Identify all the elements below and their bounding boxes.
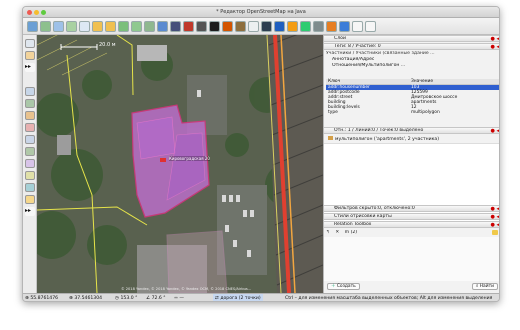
photo-icon[interactable] (196, 20, 207, 32)
building-tool-icon[interactable] (235, 20, 246, 32)
map-style-icon[interactable] (25, 195, 35, 204)
right-panel: Слои ● ◂ Теги: 8 / Участие: 0 ● ◂ Участн… (323, 35, 499, 293)
distance: ⇿ — (174, 296, 184, 301)
black-layer-icon[interactable] (209, 20, 220, 32)
tags-panel-header[interactable]: Теги: 8 / Участие: 0 ● ◂ (324, 43, 499, 50)
relation-row[interactable]: Участники / Участники (связанные здание … (326, 51, 435, 56)
more-tools-icon[interactable]: ▸▸ (25, 207, 35, 216)
find-button[interactable]: ⌕ Найти (471, 283, 498, 290)
multipolygon-icon (328, 136, 333, 140)
map-view[interactable]: 20.0 м Кировоградская 20 © 2018 Yandex, … (37, 35, 323, 293)
selection-item[interactable]: мультиполигон ('apartments', 2 участника… (326, 136, 439, 142)
building-label: Кировоградская 20 (169, 156, 210, 161)
grid-icon[interactable] (248, 20, 259, 32)
selection-list-icon[interactable] (25, 111, 35, 120)
relation-toolbox-row: ↰ ✕ m (2) (326, 230, 357, 235)
josm-window: * Редактор OpenStreetMap на Java ▸▸ ▸▸ 2… (22, 6, 500, 302)
close-panel-icon[interactable]: ● ◂ (491, 128, 499, 133)
tags-table: Ключ Значение addr:housenumber 103 addr:p… (326, 79, 499, 115)
close-panel-icon[interactable]: ● ◂ (491, 36, 499, 41)
undo-icon[interactable] (92, 20, 103, 32)
relation-members-area[interactable] (324, 237, 499, 281)
properties-icon[interactable] (25, 99, 35, 108)
relation-group-row[interactable]: Отношения/Мультиполигон ... (326, 63, 405, 68)
zoom-in-icon[interactable] (118, 20, 129, 32)
filter-panel-title: Фильтров скрыто:0, отключено:0 (334, 206, 415, 211)
gpx-icon[interactable] (183, 20, 194, 32)
author-icon[interactable] (25, 171, 35, 180)
latitude: ⊕ 55.8761476 (25, 296, 59, 301)
relation-icon[interactable] (222, 20, 233, 32)
zoom-out-icon[interactable] (131, 20, 142, 32)
aerial-imagery (37, 35, 323, 293)
table-row[interactable]: type multipolygon (326, 110, 499, 115)
create-button[interactable]: ＋ Создать (327, 283, 360, 290)
styles-panel-header[interactable]: Стили отрисовки карты ● ◂ (324, 213, 499, 220)
annotation-row[interactable]: Аннотация/Адрес (326, 57, 374, 62)
select-icon[interactable] (25, 39, 35, 48)
filter-icon[interactable] (274, 20, 285, 32)
filter-panel-icon[interactable] (25, 135, 35, 144)
selection-panel-title: Отн.: 1 / Линий:0 / Точек:0 выделено (334, 128, 424, 133)
angle: ∠ 72.6 ° (146, 296, 166, 301)
layer-list-icon[interactable] (25, 87, 35, 96)
relation-list-icon[interactable] (25, 123, 35, 132)
layers-panel-title: Слои (334, 36, 346, 41)
status-bar: ⊕ 55.8761476 ⊕ 37.5461304 ◷ 153.0 ° ∠ 72… (23, 293, 499, 301)
download-icon[interactable] (53, 20, 64, 32)
selected-way: ⇄ дорога (2 точки) (213, 294, 263, 301)
longitude: ⊕ 37.5461304 (69, 296, 103, 301)
expand-icon[interactable]: ▸▸ (25, 63, 35, 72)
draw-icon[interactable] (25, 51, 35, 60)
search-icon[interactable] (352, 20, 363, 32)
plus-icon: ＋ (331, 284, 336, 289)
globe-icon[interactable] (79, 20, 90, 32)
heading: ◷ 153.0 ° (115, 296, 138, 301)
search-icon: ⌕ (475, 284, 479, 289)
close-panel-icon[interactable]: ● ◂ (491, 44, 499, 49)
scale-label: 20.0 м (99, 42, 116, 48)
window-title: * Редактор OpenStreetMap на Java (216, 9, 306, 15)
layers-panel-header[interactable]: Слои ● ◂ (324, 35, 499, 42)
notes-icon[interactable] (25, 183, 35, 192)
relation-field[interactable]: m (2) (345, 230, 357, 235)
relation-toolbox-header[interactable]: Relation Toolbox ● ◂ (324, 221, 499, 228)
relation-toolbox-title: Relation Toolbox (334, 222, 372, 227)
title-bar: * Редактор OpenStreetMap на Java (23, 7, 499, 18)
left-toolbar: ▸▸ ▸▸ (23, 35, 37, 293)
arrows-icon[interactable] (339, 20, 350, 32)
close-panel-icon[interactable]: ● ◂ (491, 214, 499, 219)
waypoint-icon[interactable] (170, 20, 181, 32)
close-relation-icon[interactable]: ✕ (335, 230, 339, 235)
redo-icon[interactable] (105, 20, 116, 32)
styles-panel-title: Стили отрисовки карты (334, 214, 392, 219)
stats-icon[interactable] (313, 20, 324, 32)
close-panel-icon[interactable]: ● ◂ (491, 222, 499, 227)
status-hint: Ctrl – для изменения масштаба выделенных… (285, 296, 493, 301)
close-panel-icon[interactable]: ● ◂ (491, 206, 499, 211)
relation-tool-icon[interactable]: ↰ (326, 230, 330, 235)
tags-panel-title: Теги: 8 / Участие: 0 (334, 44, 381, 49)
save-icon[interactable] (40, 20, 51, 32)
validation-icon[interactable] (25, 147, 35, 156)
filter-panel-header[interactable]: Фильтров скрыто:0, отключено:0 ● ◂ (324, 205, 499, 212)
attribution: © 2018 Yandex, © 2018 Yandex, © Yandex O… (121, 287, 252, 291)
edit-icon[interactable] (492, 230, 498, 235)
zoom-search-icon[interactable] (365, 20, 376, 32)
sport-icon[interactable] (300, 20, 311, 32)
history-icon[interactable] (25, 159, 35, 168)
imagery-icon[interactable] (144, 20, 155, 32)
open-file-icon[interactable] (27, 20, 38, 32)
selection-panel-header[interactable]: Отн.: 1 / Линий:0 / Точек:0 выделено ● ◂ (324, 127, 499, 134)
tag-icon[interactable] (287, 20, 298, 32)
panel-icon[interactable] (261, 20, 272, 32)
main-toolbar (23, 18, 499, 35)
upload-icon[interactable] (66, 20, 77, 32)
layer-icon[interactable] (157, 20, 168, 32)
warning-icon[interactable] (326, 20, 337, 32)
